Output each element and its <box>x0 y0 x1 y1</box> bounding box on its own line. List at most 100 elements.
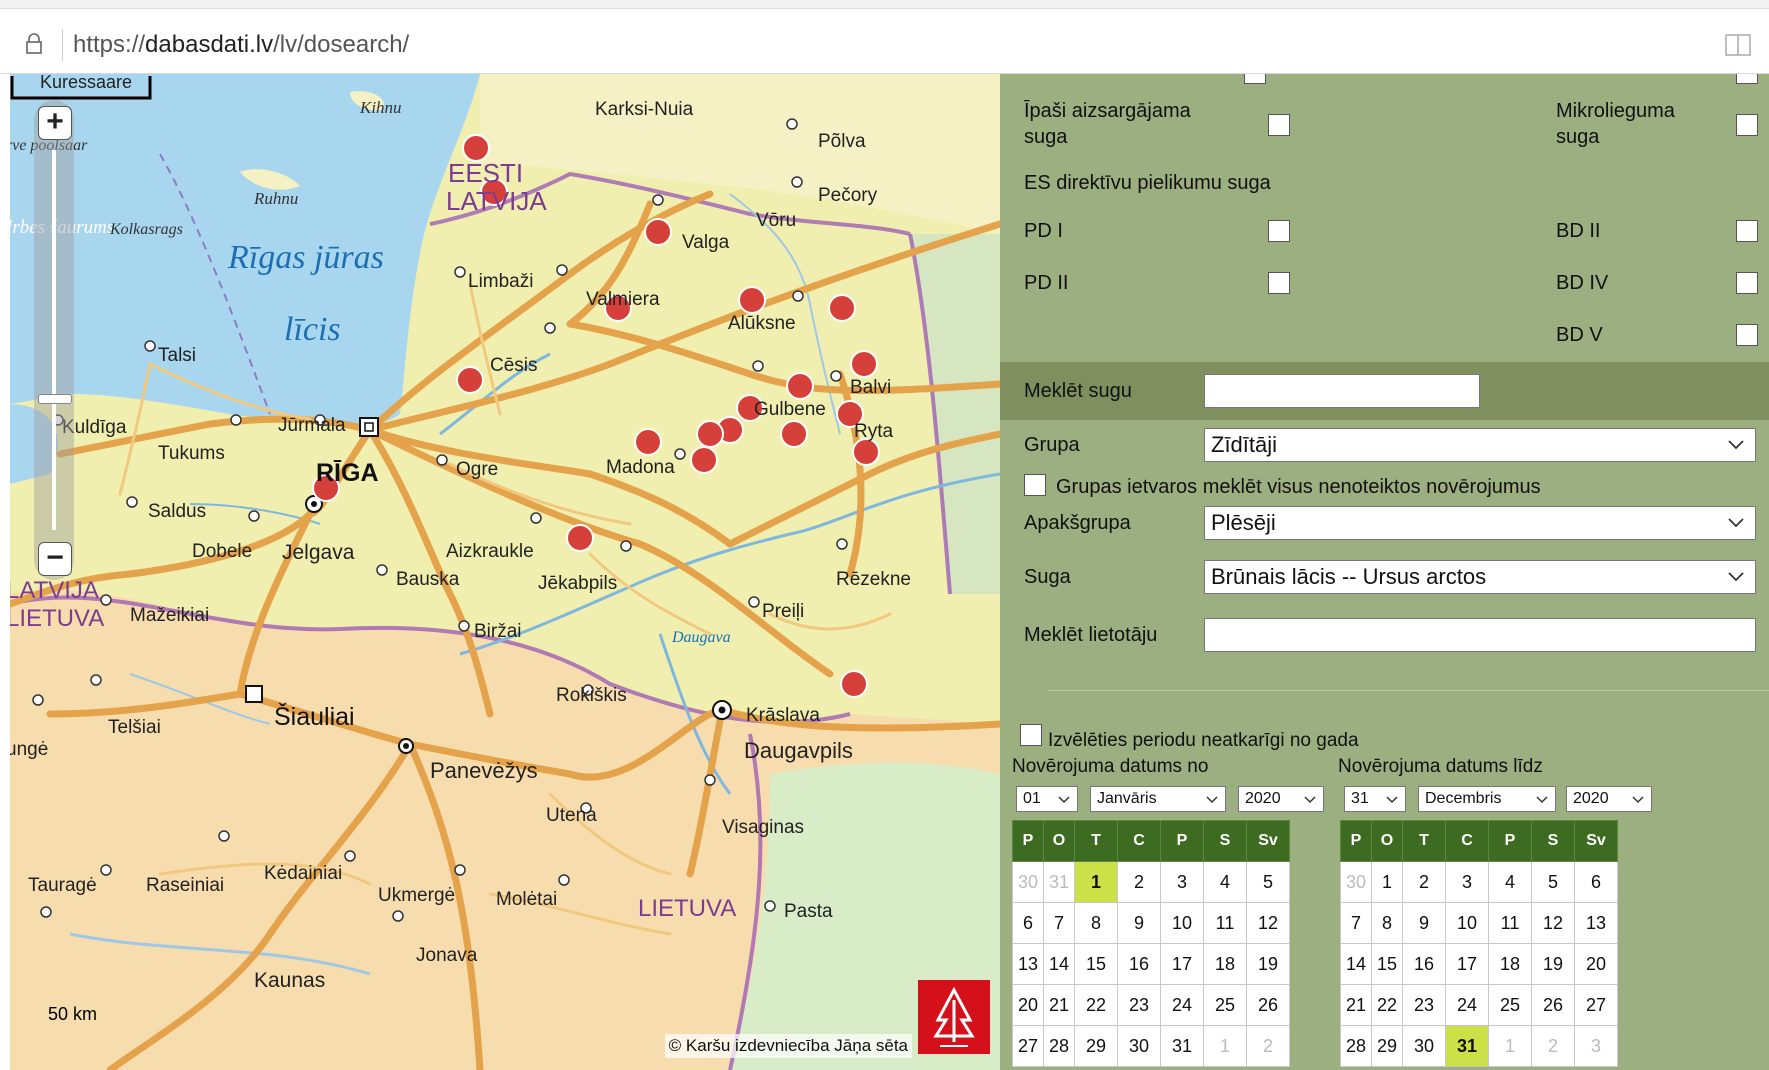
observation-marker[interactable] <box>738 286 766 314</box>
calendar-day[interactable]: 9 <box>1117 902 1161 944</box>
calendar-day[interactable]: 24 <box>1445 984 1489 1026</box>
calendar-day[interactable]: 12 <box>1246 902 1290 944</box>
calendar-day[interactable]: 8 <box>1371 902 1403 944</box>
calendar-day[interactable]: 9 <box>1402 902 1446 944</box>
calendar-day[interactable]: 6 <box>1012 902 1044 944</box>
observation-marker[interactable] <box>786 372 814 400</box>
calendar-day[interactable]: 12 <box>1531 902 1575 944</box>
calendar-day[interactable]: 27 <box>1574 984 1618 1026</box>
to-year-select[interactable]: 2020 <box>1566 786 1652 812</box>
calendar-day[interactable]: 4 <box>1488 861 1532 903</box>
calendar-day[interactable]: 27 <box>1012 1025 1044 1067</box>
calendar-day[interactable]: 26 <box>1246 984 1290 1026</box>
bd5-checkbox[interactable] <box>1736 324 1758 346</box>
calendar-day[interactable]: 22 <box>1074 984 1118 1026</box>
from-month-select[interactable]: Janvāris <box>1090 786 1226 812</box>
calendar-day-selected[interactable]: 1 <box>1074 861 1118 903</box>
calendar-day[interactable]: 17 <box>1160 943 1204 985</box>
calendar-day[interactable]: 16 <box>1117 943 1161 985</box>
calendar-day[interactable]: 6 <box>1574 861 1618 903</box>
partial-top-checkbox-1[interactable] <box>1244 74 1266 84</box>
calendar-day[interactable]: 11 <box>1203 902 1247 944</box>
calendar-day[interactable]: 13 <box>1574 902 1618 944</box>
zoom-slider-handle[interactable] <box>38 394 72 404</box>
bd4-checkbox[interactable] <box>1736 272 1758 294</box>
publisher-logo[interactable] <box>918 980 990 1054</box>
calendar-day[interactable]: 29 <box>1371 1025 1403 1067</box>
calendar-day[interactable]: 10 <box>1160 902 1204 944</box>
calendar-day[interactable]: 5 <box>1246 861 1290 903</box>
calendar-day[interactable]: 26 <box>1531 984 1575 1026</box>
period-any-year-checkbox[interactable] <box>1020 724 1042 746</box>
calendar-day[interactable]: 13 <box>1012 943 1044 985</box>
search-species-input[interactable] <box>1204 374 1480 408</box>
calendar-day[interactable]: 5 <box>1531 861 1575 903</box>
observation-marker[interactable] <box>696 420 724 448</box>
calendar-day[interactable]: 1 <box>1488 1025 1532 1067</box>
observation-marker[interactable] <box>852 438 880 466</box>
calendar-day[interactable]: 25 <box>1203 984 1247 1026</box>
group-select[interactable]: Zīdītāji <box>1204 428 1756 462</box>
observation-marker[interactable] <box>644 218 672 246</box>
pd1-checkbox[interactable] <box>1268 220 1290 242</box>
search-user-input[interactable] <box>1204 618 1756 652</box>
calendar-day[interactable]: 19 <box>1531 943 1575 985</box>
protected-species-checkbox[interactable] <box>1268 114 1290 136</box>
calendar-day[interactable]: 3 <box>1160 861 1204 903</box>
calendar-day[interactable]: 7 <box>1340 902 1372 944</box>
calendar-day[interactable]: 30 <box>1340 861 1372 903</box>
calendar-day[interactable]: 21 <box>1043 984 1075 1026</box>
observation-marker[interactable] <box>690 446 718 474</box>
calendar-day[interactable]: 20 <box>1574 943 1618 985</box>
pd2-checkbox[interactable] <box>1268 272 1290 294</box>
calendar-day[interactable]: 22 <box>1371 984 1403 1026</box>
calendar-day[interactable]: 2 <box>1117 861 1161 903</box>
to-day-select[interactable]: 31 <box>1344 786 1406 812</box>
from-year-select[interactable]: 2020 <box>1238 786 1324 812</box>
subgroup-select[interactable]: Plēsēji <box>1204 506 1756 540</box>
calendar-day[interactable]: 7 <box>1043 902 1075 944</box>
calendar-day[interactable]: 30 <box>1402 1025 1446 1067</box>
url-text[interactable]: https://dabasdati.lv/lv/dosearch/ <box>73 29 409 61</box>
calendar-day[interactable]: 14 <box>1043 943 1075 985</box>
calendar-day-selected[interactable]: 31 <box>1445 1025 1489 1067</box>
calendar-day[interactable]: 25 <box>1488 984 1532 1026</box>
calendar-day[interactable]: 8 <box>1074 902 1118 944</box>
calendar-day[interactable]: 18 <box>1488 943 1532 985</box>
zoom-out-button[interactable]: − <box>38 542 72 576</box>
calendar-day[interactable]: 17 <box>1445 943 1489 985</box>
calendar-day[interactable]: 23 <box>1117 984 1161 1026</box>
calendar-day[interactable]: 21 <box>1340 984 1372 1026</box>
calendar-day[interactable]: 18 <box>1203 943 1247 985</box>
calendar-day[interactable]: 2 <box>1531 1025 1575 1067</box>
zoom-in-button[interactable]: + <box>38 106 72 140</box>
calendar-day[interactable]: 10 <box>1445 902 1489 944</box>
calendar-day[interactable]: 20 <box>1012 984 1044 1026</box>
calendar-day[interactable]: 24 <box>1160 984 1204 1026</box>
calendar-day[interactable]: 3 <box>1445 861 1489 903</box>
species-select[interactable]: Brūnais lācis -- Ursus arctos <box>1204 560 1756 594</box>
calendar-day[interactable]: 30 <box>1012 861 1044 903</box>
calendar-day[interactable]: 15 <box>1074 943 1118 985</box>
calendar-day[interactable]: 15 <box>1371 943 1403 985</box>
calendar-day[interactable]: 31 <box>1043 861 1075 903</box>
calendar-day[interactable]: 3 <box>1574 1025 1618 1067</box>
calendar-day[interactable]: 31 <box>1160 1025 1204 1067</box>
calendar-day[interactable]: 1 <box>1203 1025 1247 1067</box>
observation-marker[interactable] <box>566 524 594 552</box>
calendar-day[interactable]: 29 <box>1074 1025 1118 1067</box>
calendar-day[interactable]: 16 <box>1402 943 1446 985</box>
calendar-day[interactable]: 28 <box>1043 1025 1075 1067</box>
from-day-select[interactable]: 01 <box>1016 786 1078 812</box>
to-month-select[interactable]: Decembris <box>1418 786 1556 812</box>
calendar-day[interactable]: 19 <box>1246 943 1290 985</box>
calendar-day[interactable]: 2 <box>1402 861 1446 903</box>
micro-reserve-checkbox[interactable] <box>1736 114 1758 136</box>
observation-marker[interactable] <box>634 428 662 456</box>
observation-marker[interactable] <box>828 294 856 322</box>
calendar-day[interactable]: 28 <box>1340 1025 1372 1067</box>
address-bar[interactable]: https://dabasdati.lv/lv/dosearch/ <box>0 9 1769 74</box>
calendar-day[interactable]: 30 <box>1117 1025 1161 1067</box>
observation-marker[interactable] <box>840 670 868 698</box>
observation-marker[interactable] <box>780 420 808 448</box>
